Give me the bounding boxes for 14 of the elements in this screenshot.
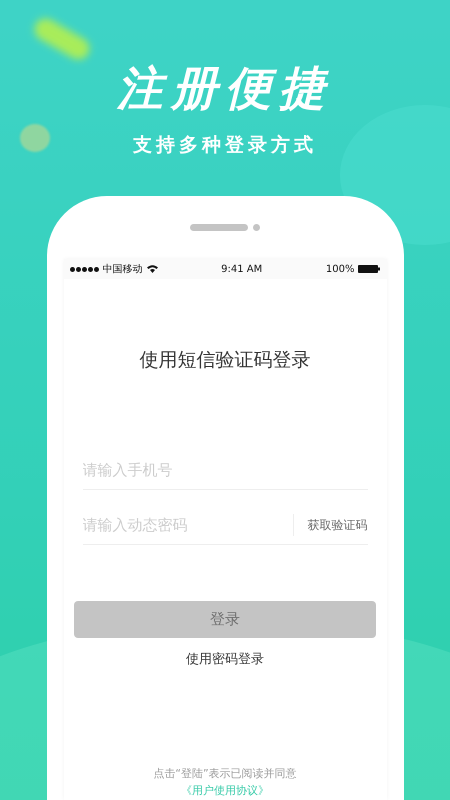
battery-text: 100% [326,264,354,274]
wifi-icon [146,265,158,273]
login-title: 使用短信验证码登录 [140,348,310,373]
battery-icon [358,265,380,273]
headline: 注册便捷 [117,60,333,117]
subheadline: 支持多种登录方式 [133,133,317,158]
agreement-text: 点击“登陆”表示已阅读并同意 [153,766,297,781]
blob-decoration [20,124,50,152]
get-code-button[interactable]: 获取验证码 [292,514,368,536]
speaker-icon [190,224,260,231]
carrier-text: 中国移动 [102,262,142,276]
signal-icon [70,266,98,272]
clock-text: 9:41 AM [221,264,262,274]
password-login-link[interactable]: 使用密码登录 [186,650,264,668]
